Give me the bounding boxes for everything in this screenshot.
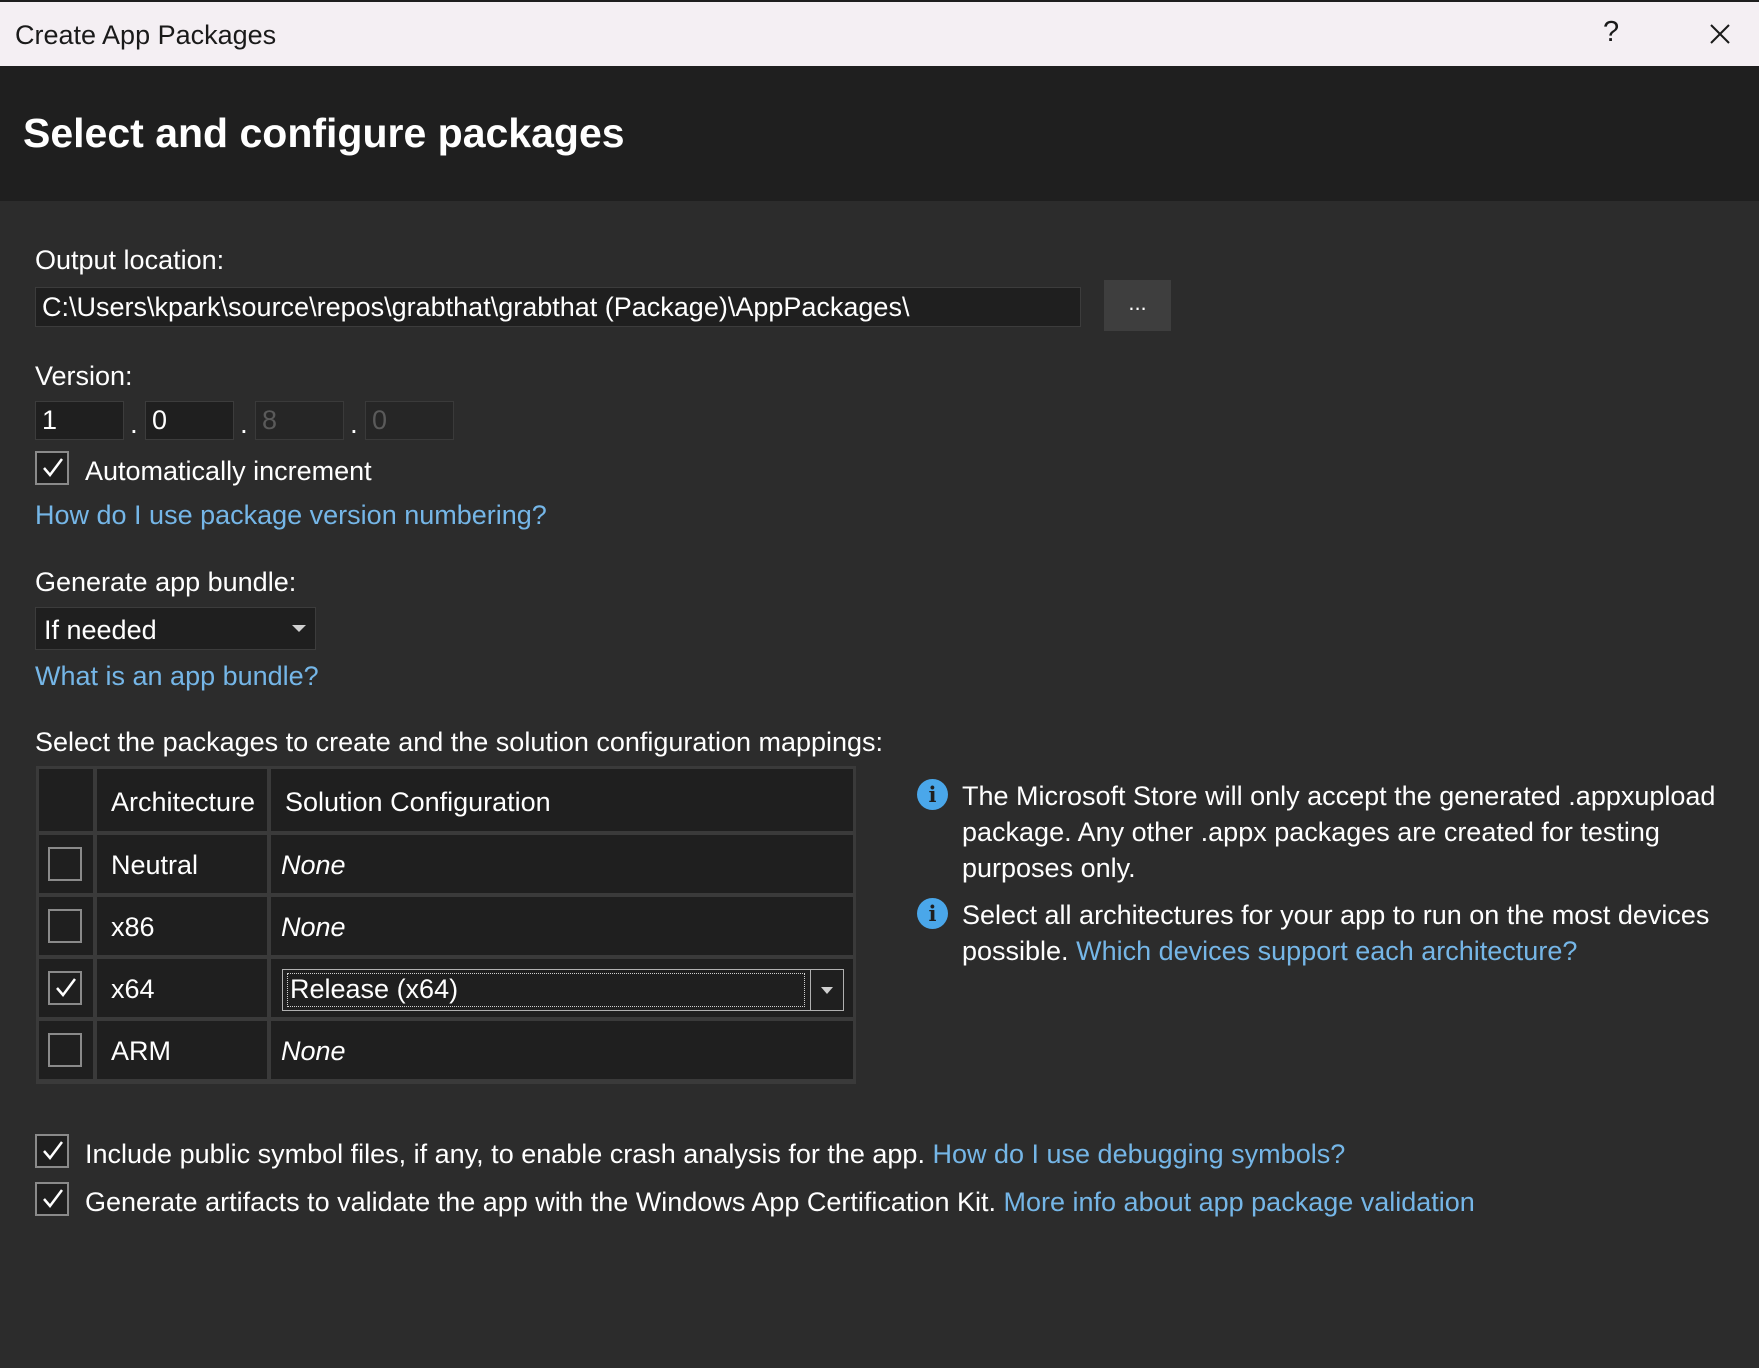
table-row-checkbox-cell [39,959,93,1017]
table-row-configuration[interactable]: None [271,835,853,893]
title-bar: Create App Packages ? [0,0,1759,66]
store-info-text: The Microsoft Store will only accept the… [962,781,1716,883]
wack-option: Generate artifacts to validate the app w… [85,1187,1475,1218]
chevron-down-icon [821,987,833,994]
configuration-value: None [281,850,346,880]
x64-configuration-dropdown[interactable]: Release (x64) [282,969,844,1011]
packages-table: Architecture Solution Configuration Neut… [36,766,856,1084]
output-location-input[interactable] [35,287,1081,327]
symbols-option: Include public symbol files, if any, to … [85,1139,1345,1170]
version-separator: . [130,408,138,439]
column-header-label: Architecture [111,787,256,817]
package-validation-help-link[interactable]: More info about app package validation [1004,1187,1475,1217]
table-row-architecture: x64 [97,959,267,1017]
window-title: Create App Packages [15,20,277,50]
version-separator: . [240,408,248,439]
auto-increment-checkbox[interactable] [35,451,69,485]
table-row-configuration[interactable]: None [271,1021,853,1079]
version-build-input [255,401,344,440]
version-revision-input [365,401,454,440]
wack-checkbox[interactable] [35,1182,69,1216]
wack-label: Generate artifacts to validate the app w… [85,1187,996,1217]
architecture-help-link[interactable]: Which devices support each architecture? [1076,936,1577,966]
configuration-value: None [281,1036,346,1066]
neutral-checkbox[interactable] [48,847,82,881]
app-bundle-label: Generate app bundle: [35,567,297,597]
info-icon: i [917,779,948,810]
checkmark-icon [43,1189,63,1208]
close-button[interactable] [1702,16,1738,52]
arm-checkbox[interactable] [48,1033,82,1067]
auto-increment-label: Automatically increment [85,456,372,486]
table-row-architecture: Neutral [97,835,267,893]
app-bundle-help-link[interactable]: What is an app bundle? [35,661,319,692]
table-row-architecture: ARM [97,1021,267,1079]
checkmark-icon [56,978,76,997]
table-row-checkbox-cell [39,835,93,893]
checkmark-icon [43,458,63,477]
x64-configuration-selected: Release (x64) [290,974,459,1004]
table-row-architecture: x86 [97,897,267,955]
symbols-label: Include public symbol files, if any, to … [85,1139,925,1169]
architecture-label: Neutral [111,850,199,880]
version-label: Version: [35,361,133,391]
page-title: Select and configure packages [23,110,625,156]
debugging-symbols-help-link[interactable]: How do I use debugging symbols? [932,1139,1345,1169]
table-header-configuration: Solution Configuration [271,769,853,831]
version-minor-input[interactable] [145,401,234,440]
page-header: Select and configure packages [0,66,1759,201]
version-major-input[interactable] [35,401,124,440]
architecture-label: x64 [111,974,155,1004]
version-separator: . [350,408,358,439]
table-row-checkbox-cell [39,897,93,955]
app-bundle-dropdown[interactable]: If needed [35,607,316,650]
architecture-label: ARM [111,1036,171,1066]
column-header-label: Solution Configuration [285,787,551,817]
symbols-checkbox[interactable] [35,1134,69,1168]
architecture-label: x86 [111,912,155,942]
table-row-configuration[interactable]: None [271,897,853,955]
x64-checkbox[interactable] [48,971,82,1005]
dropdown-separator [810,970,811,1010]
chevron-down-icon [292,625,306,632]
architecture-info-text: Select all architectures for your app to… [962,897,1732,969]
help-button[interactable]: ? [1603,16,1619,49]
info-icon: i [917,898,948,929]
table-header-architecture: Architecture [97,769,267,831]
packages-label: Select the packages to create and the so… [35,727,884,757]
checkmark-icon [43,1141,63,1160]
table-header-checkbox-cell [39,769,93,831]
version-numbering-help-link[interactable]: How do I use package version numbering? [35,500,547,531]
close-icon [1710,24,1730,44]
app-bundle-selected: If needed [44,615,157,645]
browse-button[interactable]: ... [1104,280,1171,331]
output-location-label: Output location: [35,245,225,275]
configuration-value: None [281,912,346,942]
x86-checkbox[interactable] [48,909,82,943]
table-row-checkbox-cell [39,1021,93,1079]
